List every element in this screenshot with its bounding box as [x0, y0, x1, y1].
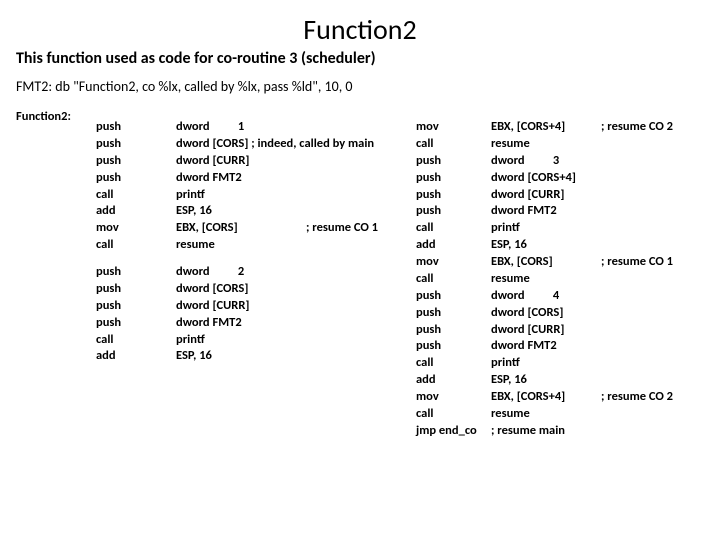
b1-comments: ; resume CO 1 [306, 119, 378, 237]
r-instr: mov call push push push push call add mo… [416, 119, 477, 440]
page-subtitle: This function used as code for co-routin… [16, 49, 704, 68]
slide: Function2 This function used as code for… [0, 0, 720, 540]
function-label: Function2: [16, 109, 71, 126]
b1-instr: push push push push call add mov call [96, 119, 121, 254]
b2-instr: push push push push call add [96, 264, 121, 365]
r-comments: ; resume CO 2 ; resume CO 1 ; resume CO … [601, 119, 673, 423]
b2-ops: dword 2 dword [CORS] dword [CURR] dword … [176, 264, 249, 365]
page-title: Function2 [16, 12, 704, 47]
r-ops: EBX, [CORS+4] resume dword 3 dword [CORS… [491, 119, 576, 440]
fmt-line: FMT2: db "Function2, co %lx, called by %… [16, 78, 704, 95]
